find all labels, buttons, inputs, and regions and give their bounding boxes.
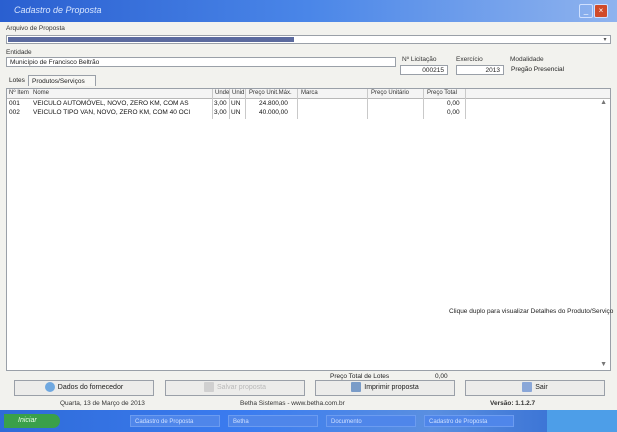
taskbar-item[interactable]: Documento — [326, 415, 416, 427]
entidade-field[interactable]: Município de Francisco Beltrão — [6, 57, 396, 67]
col-preco-total[interactable]: Preço Total — [427, 90, 457, 96]
print-button-label: Imprimir proposta — [364, 384, 419, 391]
window-title: Cadastro de Proposta — [14, 5, 102, 15]
col-preco-max[interactable]: Preço Unit.Máx. — [249, 90, 292, 96]
cell-preco-total: 0,00 — [447, 100, 460, 107]
cell-nome: VEICULO AUTOMÓVEL, NOVO, ZERO KM, COM AS — [33, 100, 189, 107]
arquivo-selected-value — [8, 37, 294, 42]
exit-button-label: Sair — [535, 384, 548, 391]
system-tray — [547, 410, 617, 432]
save-button[interactable]: Salvar proposta — [165, 380, 305, 396]
licitacao-label: Nº Licitação — [402, 56, 437, 63]
cell-qtde: 3,00 — [214, 109, 227, 116]
licitacao-field[interactable]: 000215 — [400, 65, 448, 75]
start-button[interactable]: Iniciar — [4, 414, 60, 428]
cell-qtde: 3,00 — [214, 100, 227, 107]
status-company: Betha Sistemas - www.betha.com.br — [240, 400, 345, 407]
scroll-up-icon[interactable]: ▲ — [600, 99, 607, 106]
tab-produtos-servicos[interactable]: Produtos/Serviços — [28, 75, 96, 86]
printer-icon — [351, 382, 362, 393]
fornecedor-button[interactable]: Dados do fornecedor — [14, 380, 154, 396]
cell-preco-max: 24.800,00 — [259, 100, 288, 107]
totals-label: Preço Total de Lotes — [330, 373, 390, 380]
close-button[interactable]: × — [594, 4, 608, 18]
tab-lotes[interactable]: Lotes — [6, 75, 28, 86]
entidade-label: Entidade — [6, 49, 32, 56]
col-preco-unit[interactable]: Preço Unitário — [371, 90, 409, 96]
taskbar: Iniciar Cadastro de Proposta Betha Docum… — [0, 410, 617, 432]
arquivo-select[interactable]: ▾ — [6, 35, 611, 44]
scroll-down-icon[interactable]: ▼ — [600, 361, 607, 368]
cell-item: 002 — [9, 109, 20, 116]
status-date: Quarta, 13 de Março de 2013 — [60, 400, 145, 407]
disk-icon — [203, 382, 214, 393]
chevron-down-icon[interactable]: ▾ — [601, 36, 609, 43]
cell-preco-max: 40.000,00 — [259, 109, 288, 116]
grid-header: Nº Item Nome Unde Unid Preço Unit.Máx. M… — [7, 89, 610, 99]
cell-preco-total: 0,00 — [447, 109, 460, 116]
col-item[interactable]: Nº Item — [9, 90, 29, 96]
taskbar-item[interactable]: Betha — [228, 415, 318, 427]
modalidade-label: Modalidade — [510, 56, 544, 63]
cell-item: 001 — [9, 100, 20, 107]
taskbar-item[interactable]: Cadastro de Proposta — [424, 415, 514, 427]
user-icon — [44, 382, 55, 393]
totals-value: 0,00 — [435, 373, 448, 380]
cell-unid: UN — [231, 100, 241, 107]
modalidade-field: Pregão Presencial — [511, 66, 565, 73]
arquivo-label: Arquivo de Proposta — [6, 25, 65, 32]
cell-unid: UN — [231, 109, 241, 116]
exit-icon — [522, 382, 533, 393]
col-nome[interactable]: Nome — [33, 90, 49, 96]
cell-nome: VEICULO TIPO VAN, NOVO, ZERO KM, COM 40 … — [33, 109, 191, 116]
col-unid[interactable]: Unid — [232, 90, 244, 96]
print-button[interactable]: Imprimir proposta — [315, 380, 455, 396]
col-qtde[interactable]: Unde — [215, 90, 229, 96]
minimize-button[interactable]: _ — [579, 4, 593, 18]
exercicio-field[interactable]: 2013 — [456, 65, 504, 75]
title-bar: Cadastro de Proposta _ × — [0, 0, 617, 22]
exercicio-label: Exercício — [456, 56, 483, 63]
taskbar-item[interactable]: Cadastro de Proposta — [130, 415, 220, 427]
items-grid[interactable]: Nº Item Nome Unde Unid Preço Unit.Máx. M… — [6, 88, 611, 371]
col-marca[interactable]: Marca — [301, 90, 318, 96]
save-button-label: Salvar proposta — [216, 384, 267, 391]
exit-button[interactable]: Sair — [465, 380, 605, 396]
status-version: Versão: 1.1.2.7 — [490, 400, 536, 407]
grid-hint: Clique duplo para visualizar Detalhes do… — [449, 308, 614, 315]
fornecedor-button-label: Dados do fornecedor — [57, 384, 124, 391]
